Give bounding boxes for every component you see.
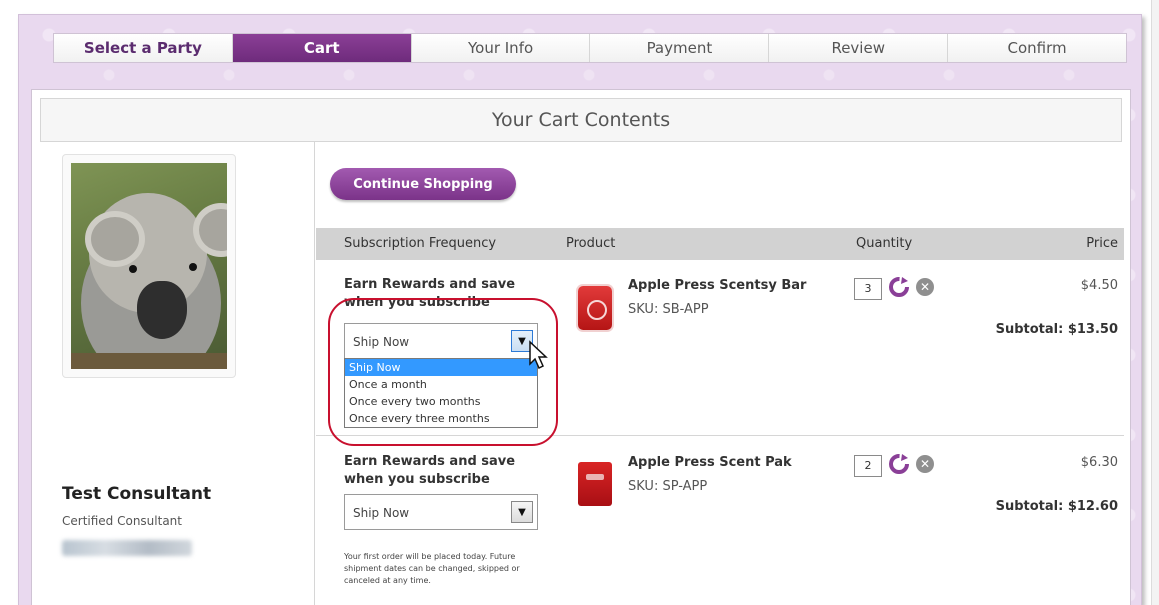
- step-cart[interactable]: Cart: [232, 34, 412, 62]
- consultant-photo-frame: [62, 154, 236, 378]
- step-your-info[interactable]: Your Info: [411, 34, 591, 62]
- select-value: Ship Now: [353, 335, 410, 349]
- continue-shopping-button[interactable]: Continue Shopping: [330, 168, 516, 200]
- header-quantity: Quantity: [856, 236, 913, 251]
- subscription-frequency-select[interactable]: Ship Now ▼: [344, 494, 538, 530]
- consultant-card: Test Consultant Certified Consultant: [40, 142, 315, 605]
- select-value: Ship Now: [353, 506, 410, 520]
- line-subtotal: Subtotal: $12.60: [995, 499, 1118, 514]
- remove-icon[interactable]: ✕: [916, 278, 934, 296]
- refresh-icon[interactable]: [888, 453, 910, 475]
- quantity-input[interactable]: 3: [854, 278, 882, 300]
- product-sku: SKU: SB-APP: [628, 302, 709, 317]
- cart-row: Earn Rewards and save when you subscribe…: [316, 437, 1124, 605]
- step-payment[interactable]: Payment: [590, 34, 770, 62]
- consultant-name: Test Consultant: [62, 484, 212, 504]
- consultant-photo: [71, 163, 227, 369]
- line-subtotal: Subtotal: $13.50: [995, 322, 1118, 337]
- subscription-note: Your first order will be placed today. F…: [344, 552, 520, 585]
- step-confirm[interactable]: Confirm: [948, 34, 1126, 62]
- refresh-icon[interactable]: [888, 276, 910, 298]
- product-name: Apple Press Scent Pak: [628, 455, 792, 470]
- cart-row: Earn Rewards and save when you subscribe…: [316, 260, 1124, 446]
- dropdown-option-every-two-months[interactable]: Once every two months: [345, 393, 537, 410]
- product-image-scentsy-bar: [578, 286, 612, 330]
- cart-table-header: Subscription Frequency Product Quantity …: [316, 228, 1124, 260]
- product-sku: SKU: SP-APP: [628, 479, 708, 494]
- remove-icon[interactable]: ✕: [916, 455, 934, 473]
- unit-price: $4.50: [1080, 278, 1118, 293]
- product-name: Apple Press Scentsy Bar: [628, 278, 807, 293]
- header-product: Product: [566, 236, 616, 251]
- frequency-dropdown-list: Ship Now Once a month Once every two mon…: [344, 358, 538, 428]
- step-select-a-party[interactable]: Select a Party: [54, 34, 233, 62]
- consultant-title: Certified Consultant: [62, 514, 182, 528]
- checkout-steps: Select a Party Cart Your Info Payment Re…: [53, 33, 1127, 63]
- dropdown-option-every-three-months[interactable]: Once every three months: [345, 410, 537, 427]
- consultant-id-redacted: [62, 540, 192, 556]
- header-subscription-frequency: Subscription Frequency: [344, 236, 497, 251]
- product-image-scent-pak: [578, 462, 612, 506]
- dropdown-option-ship-now[interactable]: Ship Now: [345, 359, 537, 376]
- subscription-frequency-select[interactable]: Ship Now ▼: [344, 323, 538, 359]
- mouse-pointer-icon: [529, 340, 548, 370]
- panel-title: Your Cart Contents: [40, 98, 1122, 142]
- quantity-input[interactable]: 2: [854, 455, 882, 477]
- dropdown-option-once-a-month[interactable]: Once a month: [345, 376, 537, 393]
- cart-panel: Your Cart Contents Test Consultant Certi…: [31, 89, 1131, 605]
- cart-area: Continue Shopping Subscription Frequency…: [316, 142, 1124, 605]
- earn-rewards-text: Earn Rewards and save when you subscribe: [344, 454, 516, 487]
- unit-price: $6.30: [1080, 455, 1118, 470]
- scrollbar[interactable]: [1151, 0, 1159, 605]
- header-price: Price: [1086, 236, 1118, 251]
- earn-rewards-text: Earn Rewards and save when you subscribe: [344, 277, 516, 310]
- chevron-down-icon[interactable]: ▼: [511, 501, 533, 523]
- page-frame: Select a Party Cart Your Info Payment Re…: [18, 14, 1142, 605]
- step-review[interactable]: Review: [769, 34, 949, 62]
